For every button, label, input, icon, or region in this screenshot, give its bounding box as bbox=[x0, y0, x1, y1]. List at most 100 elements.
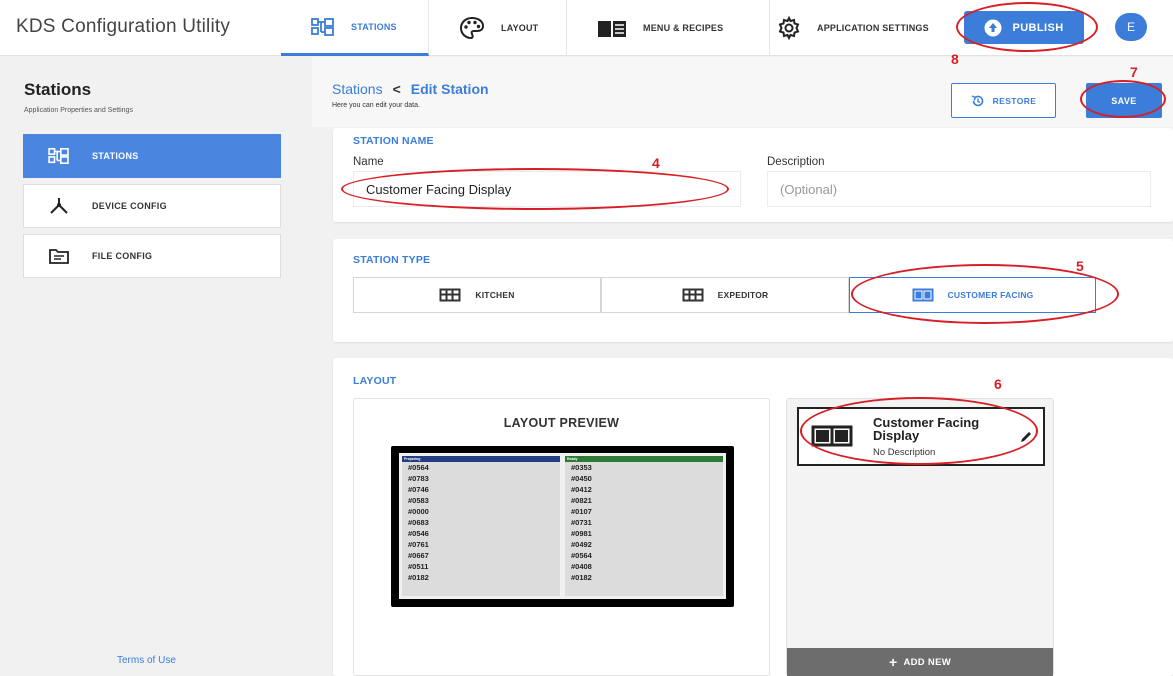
expeditor-display-icon bbox=[682, 288, 704, 302]
add-new-layout-button[interactable]: + ADD NEW bbox=[787, 648, 1053, 676]
annotation-number: 5 bbox=[1076, 258, 1084, 274]
pencil-icon[interactable] bbox=[1019, 430, 1033, 444]
annotation-number: 4 bbox=[652, 155, 660, 171]
station-type-kitchen-label: KITCHEN bbox=[475, 290, 515, 300]
layout-heading: LAYOUT bbox=[353, 375, 397, 387]
sidebar: Stations Application Properties and Sett… bbox=[0, 57, 308, 676]
order-number: #0667 bbox=[408, 551, 429, 560]
tab-layout-label: LAYOUT bbox=[501, 23, 539, 33]
app-title: KDS Configuration Utility bbox=[16, 16, 231, 37]
station-type-customer-facing[interactable]: CUSTOMER FACING bbox=[849, 277, 1096, 313]
ready-column: Ready #0353 #0450 #0412 #0821 #0107 #0731 #098… bbox=[565, 456, 723, 596]
restore-label: RESTORE bbox=[992, 95, 1037, 106]
station-type-heading: STATION TYPE bbox=[353, 254, 431, 266]
layout-preview-panel: LAYOUT PREVIEW Preparing #0564 #0783 #0746… bbox=[353, 398, 770, 676]
palette-icon bbox=[459, 16, 485, 40]
order-number: #0564 bbox=[571, 551, 592, 560]
kitchen-display-icon bbox=[439, 288, 461, 302]
order-number: #0731 bbox=[571, 518, 592, 527]
gear-icon bbox=[778, 16, 800, 40]
customer-display-icon bbox=[811, 425, 853, 447]
sidebar-item-file-config[interactable]: FILE CONFIG bbox=[23, 234, 281, 278]
order-number: #0546 bbox=[408, 529, 429, 538]
sidebar-item-label: DEVICE CONFIG bbox=[92, 201, 167, 211]
order-number: #0511 bbox=[408, 562, 429, 571]
sidebar-title: Stations bbox=[24, 80, 92, 99]
publish-label: PUBLISH bbox=[1012, 21, 1064, 34]
page-title: Edit Station bbox=[410, 81, 489, 97]
order-number: #0492 bbox=[571, 540, 592, 549]
order-number: #0182 bbox=[571, 573, 592, 582]
station-type-expeditor-label: EXPEDITOR bbox=[717, 290, 769, 300]
sidebar-item-label: STATIONS bbox=[92, 151, 139, 161]
preview-screen: Preparing #0564 #0783 #0746 #0583 #0000 #0683… bbox=[399, 453, 726, 599]
annotation-number: 7 bbox=[1130, 64, 1138, 80]
layout-tile-description: No Description bbox=[873, 447, 936, 458]
tab-menu-recipes[interactable]: MENU & RECIPES bbox=[567, 0, 770, 56]
restore-icon bbox=[971, 94, 983, 106]
terms-of-use-link[interactable]: Terms of Use bbox=[117, 655, 176, 666]
station-type-customer-facing-label: CUSTOMER FACING bbox=[947, 290, 1034, 300]
page-subtitle: Here you can edit your data. bbox=[332, 102, 420, 109]
tab-application-settings[interactable]: APPLICATION SETTINGS bbox=[747, 0, 947, 56]
user-avatar[interactable]: E bbox=[1115, 13, 1147, 41]
order-number: #0000 bbox=[408, 507, 429, 516]
menu-book-icon bbox=[598, 21, 626, 37]
order-number: #0412 bbox=[571, 485, 592, 494]
layout-preview-title: LAYOUT PREVIEW bbox=[503, 416, 620, 430]
publish-button[interactable]: PUBLISH bbox=[964, 11, 1084, 44]
order-number: #0564 bbox=[408, 463, 429, 472]
plus-icon: + bbox=[889, 654, 898, 670]
station-type-expeditor[interactable]: EXPEDITOR bbox=[601, 277, 849, 313]
order-number: #0353 bbox=[571, 463, 592, 472]
restore-button[interactable]: RESTORE bbox=[951, 83, 1056, 118]
stations-icon bbox=[48, 147, 69, 165]
tab-stations[interactable]: STATIONS bbox=[281, 0, 429, 56]
order-number: #0981 bbox=[571, 529, 592, 538]
order-number: #0746 bbox=[408, 485, 429, 494]
annotation-number: 6 bbox=[994, 376, 1002, 392]
order-number: #0182 bbox=[408, 573, 429, 582]
upload-icon bbox=[984, 19, 1002, 36]
name-field[interactable]: Customer Facing Display bbox=[353, 171, 741, 207]
preparing-order-list: #0564 #0783 #0746 #0583 #0000 #0683 #0546 #0761… bbox=[402, 462, 560, 583]
tab-layout[interactable]: LAYOUT bbox=[429, 0, 567, 56]
sidebar-item-device-config[interactable]: DEVICE CONFIG bbox=[23, 184, 281, 228]
customer-display-icon bbox=[912, 288, 934, 302]
order-number: #0783 bbox=[408, 474, 429, 483]
order-number: #0450 bbox=[571, 474, 592, 483]
breadcrumb-separator: < bbox=[392, 81, 401, 97]
order-number: #0761 bbox=[408, 540, 429, 549]
page-header: Stations < Edit Station Here you can edi… bbox=[312, 57, 1173, 127]
description-label: Description bbox=[767, 156, 825, 168]
order-number: #0821 bbox=[571, 496, 592, 505]
layout-list-panel: Customer Facing Display No Description +… bbox=[786, 398, 1054, 676]
order-number: #0683 bbox=[408, 518, 429, 527]
description-field[interactable]: (Optional) bbox=[767, 171, 1151, 207]
annotation-number: 8 bbox=[951, 51, 959, 67]
folder-icon bbox=[49, 249, 69, 264]
sidebar-item-stations[interactable]: STATIONS bbox=[23, 134, 281, 178]
sidebar-subtitle: Application Properties and Settings bbox=[24, 107, 133, 114]
device-tree-icon bbox=[50, 198, 68, 214]
layout-tile[interactable]: Customer Facing Display No Description bbox=[797, 407, 1045, 466]
tab-menu-recipes-label: MENU & RECIPES bbox=[643, 23, 724, 33]
breadcrumb: Stations < Edit Station bbox=[332, 81, 489, 97]
name-label: Name bbox=[353, 156, 384, 168]
preparing-column: Preparing #0564 #0783 #0746 #0583 #0000 #0683… bbox=[402, 456, 560, 596]
preview-monitor: Preparing #0564 #0783 #0746 #0583 #0000 #0683… bbox=[391, 446, 734, 607]
ready-order-list: #0353 #0450 #0412 #0821 #0107 #0731 #0981 #0492… bbox=[565, 462, 723, 583]
top-bar: KDS Configuration Utility STATIONS LAYOU… bbox=[0, 0, 1173, 56]
tab-application-settings-label: APPLICATION SETTINGS bbox=[817, 23, 929, 33]
order-number: #0583 bbox=[408, 496, 429, 505]
order-number: #0107 bbox=[571, 507, 592, 516]
stations-icon bbox=[311, 17, 334, 36]
breadcrumb-stations-link[interactable]: Stations bbox=[332, 81, 383, 97]
save-button[interactable]: SAVE bbox=[1086, 83, 1162, 118]
add-new-label: ADD NEW bbox=[903, 656, 951, 668]
sidebar-item-label: FILE CONFIG bbox=[92, 251, 153, 261]
station-type-kitchen[interactable]: KITCHEN bbox=[353, 277, 601, 313]
station-name-heading: STATION NAME bbox=[353, 135, 434, 147]
tab-stations-label: STATIONS bbox=[351, 21, 397, 32]
layout-tile-name: Customer Facing Display bbox=[873, 415, 980, 443]
